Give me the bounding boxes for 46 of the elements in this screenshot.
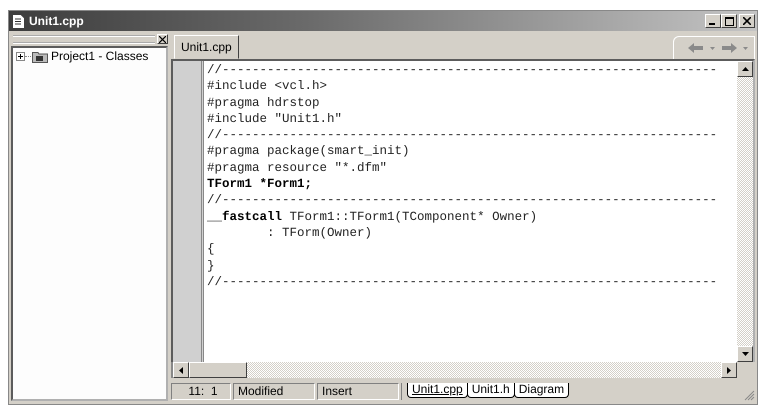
vertical-scrollbar[interactable] [737, 61, 753, 362]
file-tab[interactable]: Unit1.h [466, 382, 515, 398]
tree-item[interactable]: Project1 - Classes [51, 49, 148, 63]
code-line: //------------------------------------------------------------------ [207, 62, 718, 78]
file-tab[interactable]: Unit1.cpp [407, 382, 468, 398]
dock-grip[interactable] [13, 34, 155, 44]
code-line: } [207, 258, 216, 274]
close-icon [743, 17, 751, 25]
close-icon [159, 36, 166, 42]
maximize-button[interactable] [721, 14, 737, 28]
scroll-up-button[interactable] [737, 61, 753, 77]
code-line: __fastcall TForm1::TForm1(TComponent* Owner) [207, 208, 538, 225]
scroll-right-button[interactable] [721, 362, 737, 378]
code-line: //------------------------------------------------------------------ [207, 127, 718, 144]
close-button[interactable] [157, 34, 168, 44]
code-line: TForm1 *Form1; [207, 176, 314, 192]
code-line: #pragma hdrstop [207, 94, 321, 111]
insert-mode-status: Insert [317, 382, 399, 400]
maximize-icon [724, 16, 734, 26]
code-line: #include "Unit1.h" [207, 110, 344, 128]
cursor-position: 11: 1 [171, 382, 231, 400]
modified-status: Modified [233, 382, 315, 400]
close-button[interactable] [739, 14, 755, 28]
code-line: //------------------------------------------------------------------ [207, 274, 718, 290]
right-triangle-icon [727, 366, 731, 374]
code-line: //------------------------------------------------------------------ [207, 192, 718, 209]
window-title: Unit1.cpp [29, 14, 85, 28]
minimize-button[interactable] [705, 14, 721, 28]
scroll-down-button[interactable] [737, 346, 753, 362]
code-editor[interactable] [204, 61, 737, 362]
folder-icon [32, 50, 48, 62]
editor-tab[interactable]: Unit1.cpp [174, 35, 239, 59]
scroll-thumb[interactable] [189, 362, 247, 378]
left-triangle-icon [179, 366, 183, 374]
scroll-left-button[interactable] [173, 362, 189, 378]
code-line: #pragma package(smart_init) [207, 143, 411, 160]
up-triangle-icon [742, 67, 748, 71]
expand-icon[interactable] [16, 52, 25, 60]
document-icon [13, 14, 24, 28]
code-line: : TForm(Owner) [266, 224, 374, 242]
code-line: { [207, 241, 216, 258]
code-line: #pragma resource "*.dfm" [207, 160, 388, 176]
down-triangle-icon [742, 352, 748, 356]
file-tab[interactable]: Diagram [514, 382, 570, 398]
resize-grip-icon[interactable] [744, 390, 755, 401]
code-line: #include <vcl.h> [207, 78, 328, 95]
